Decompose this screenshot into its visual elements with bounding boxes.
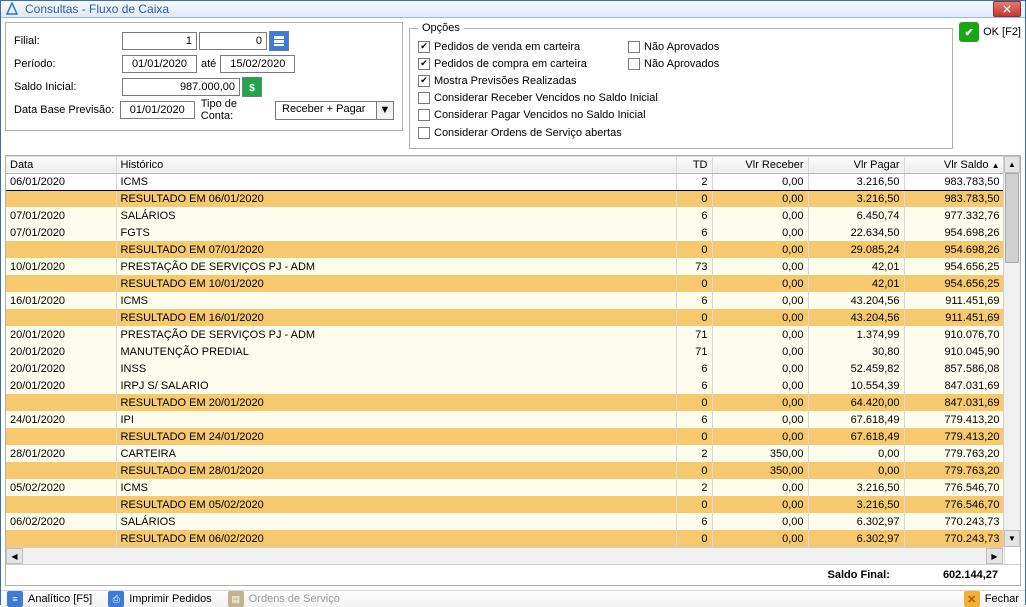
opcoes-fieldset: Opções Pedidos de venda em carteira Não … <box>409 22 953 149</box>
scrollbar-horizontal[interactable]: ◀ ▶ <box>6 547 1003 564</box>
table-row[interactable]: 20/01/2020PRESTAÇÃO DE SERVIÇOS PJ - ADM… <box>6 326 1004 343</box>
saldo-final-value: 602.144,27 <box>943 569 998 581</box>
table-row[interactable]: 28/01/2020CARTEIRA2350,000,00779.763,20 <box>6 445 1004 462</box>
scrollbar-vertical[interactable]: ▲ ▼ <box>1003 156 1020 548</box>
table-row[interactable]: RESULTADO EM 20/01/202000,0064.420,00847… <box>6 394 1004 411</box>
table-row[interactable]: 20/01/2020MANUTENÇÃO PREDIAL710,0030,809… <box>6 343 1004 360</box>
table-row[interactable]: 06/02/2020SALÁRIOS60,006.302,97770.243,7… <box>6 513 1004 530</box>
table-row[interactable]: 20/01/2020IRPJ S/ SALARIO60,0010.554,398… <box>6 377 1004 394</box>
grid-table[interactable]: Data Histórico TD Vlr Receber Vlr Pagar … <box>6 156 1005 565</box>
chevron-down-icon: ▼ <box>376 102 393 119</box>
chk-pagar-venc[interactable]: Considerar Pagar Vencidos no Saldo Inici… <box>418 107 646 124</box>
tipoconta-select[interactable]: Receber + Pagar ▼ <box>275 101 394 120</box>
col-sal[interactable]: Vlr Saldo ▲ <box>904 156 1004 173</box>
checkbox-icon <box>418 109 430 121</box>
sort-asc-icon: ▲ <box>992 161 1000 170</box>
col-hist[interactable]: Histórico <box>116 156 676 173</box>
col-td[interactable]: TD <box>676 156 712 173</box>
checkbox-icon <box>418 127 430 139</box>
table-row[interactable]: RESULTADO EM 28/01/20200350,000,00779.76… <box>6 462 1004 479</box>
chk-pedidos-compra[interactable]: Pedidos de compra em carteira <box>418 55 587 72</box>
col-rec[interactable]: Vlr Receber <box>712 156 808 173</box>
chk-nao-aprov-compra[interactable]: Não Aprovados <box>628 55 719 72</box>
grid-header-row[interactable]: Data Histórico TD Vlr Receber Vlr Pagar … <box>6 156 1004 173</box>
table-row[interactable]: RESULTADO EM 10/01/202000,0042,01954.656… <box>6 275 1004 292</box>
saldo-inicial-label: Saldo Inicial: <box>14 81 122 93</box>
saldo-refresh-button[interactable]: $ <box>242 77 262 97</box>
databaseprev-input[interactable] <box>120 101 195 119</box>
scroll-right-icon[interactable]: ▶ <box>986 548 1003 564</box>
databaseprev-label: Data Base Previsão: <box>14 104 120 116</box>
periodo-from-input[interactable] <box>122 55 197 73</box>
ok-button[interactable]: ✔ OK [F2] <box>959 22 1021 42</box>
checkbox-icon <box>418 92 430 104</box>
table-row[interactable]: RESULTADO EM 16/01/202000,0043.204,56911… <box>6 309 1004 326</box>
table-row[interactable]: RESULTADO EM 06/02/202000,006.302,97770.… <box>6 530 1004 547</box>
titlebar[interactable]: Consultas - Fluxo de Caixa <box>1 1 1025 18</box>
periodo-ate-label: até <box>201 58 216 70</box>
chk-nao-aprov-venda[interactable]: Não Aprovados <box>628 38 719 55</box>
close-window-button[interactable] <box>993 1 1021 17</box>
chk-pedidos-venda[interactable]: Pedidos de venda em carteira <box>418 38 580 55</box>
chk-receber-venc[interactable]: Considerar Receber Vencidos no Saldo Ini… <box>418 89 658 106</box>
opcoes-legend: Opções <box>418 22 464 34</box>
window: Consultas - Fluxo de Caixa Filial: Perío… <box>0 0 1026 605</box>
periodo-label: Período: <box>14 58 122 70</box>
table-row[interactable]: RESULTADO EM 07/01/202000,0029.085,24954… <box>6 241 1004 258</box>
scroll-up-icon[interactable]: ▲ <box>1004 156 1020 173</box>
checkbox-icon <box>418 75 430 87</box>
chk-os-abertas[interactable]: Considerar Ordens de Serviço abertas <box>418 124 622 141</box>
filial-label: Filial: <box>14 35 122 47</box>
filter-panel: Filial: Período: até Saldo Inicial: <box>5 22 403 131</box>
checkbox-icon <box>418 58 430 70</box>
window-title: Consultas - Fluxo de Caixa <box>25 2 993 16</box>
checkbox-icon <box>628 41 640 53</box>
table-row[interactable]: 05/02/2020ICMS20,003.216,50776.546,70 <box>6 479 1004 496</box>
chk-mostra-prev[interactable]: Mostra Previsões Realizadas <box>418 72 576 89</box>
table-row[interactable]: RESULTADO EM 06/01/202000,003.216,50983.… <box>6 190 1004 207</box>
check-icon: ✔ <box>959 22 979 42</box>
table-row[interactable]: RESULTADO EM 05/02/202000,003.216,50776.… <box>6 496 1004 513</box>
table-row[interactable]: 24/01/2020IPI60,0067.618,49779.413,20 <box>6 411 1004 428</box>
tipoconta-label: Tipo de Conta: <box>201 98 271 122</box>
grid: Data Histórico TD Vlr Receber Vlr Pagar … <box>5 155 1021 587</box>
saldo-inicial-input[interactable] <box>122 78 240 96</box>
table-row[interactable]: 07/01/2020FGTS60,0022.634,50954.698,26 <box>6 224 1004 241</box>
table-row[interactable]: 07/01/2020SALÁRIOS60,006.450,74977.332,7… <box>6 207 1004 224</box>
scroll-thumb[interactable] <box>1005 173 1019 263</box>
table-row[interactable]: 16/01/2020ICMS60,0043.204,56911.451,69 <box>6 292 1004 309</box>
table-row[interactable]: RESULTADO EM 24/01/202000,0067.618,49779… <box>6 428 1004 445</box>
svg-text:$: $ <box>249 83 255 93</box>
footer: ≡ Analítico [F5] ⎙ Imprimir Pedidos ▤ Or… <box>1 590 1025 607</box>
filial-lookup-button[interactable] <box>269 31 289 51</box>
table-row[interactable]: 06/01/2020ICMS20,003.216,50983.783,50 <box>6 173 1004 190</box>
tipoconta-value: Receber + Pagar <box>276 102 376 119</box>
app-icon <box>5 2 19 16</box>
col-pag[interactable]: Vlr Pagar <box>808 156 904 173</box>
filial-from-input[interactable] <box>122 32 197 50</box>
table-row[interactable]: 20/01/2020INSS60,0052.459,82857.586,08 <box>6 360 1004 377</box>
periodo-to-input[interactable] <box>220 55 295 73</box>
checkbox-icon <box>628 58 640 70</box>
scroll-down-icon[interactable]: ▼ <box>1004 530 1020 547</box>
content: Filial: Período: até Saldo Inicial: <box>1 18 1025 590</box>
scroll-left-icon[interactable]: ◀ <box>6 548 23 564</box>
col-data[interactable]: Data <box>6 156 116 173</box>
saldo-final-label: Saldo Final: <box>828 569 890 581</box>
table-row[interactable]: 10/01/2020PRESTAÇÃO DE SERVIÇOS PJ - ADM… <box>6 258 1004 275</box>
filial-to-input[interactable] <box>199 32 267 50</box>
saldo-final-row: Saldo Final: 602.144,27 <box>6 564 1020 585</box>
checkbox-icon <box>418 41 430 53</box>
